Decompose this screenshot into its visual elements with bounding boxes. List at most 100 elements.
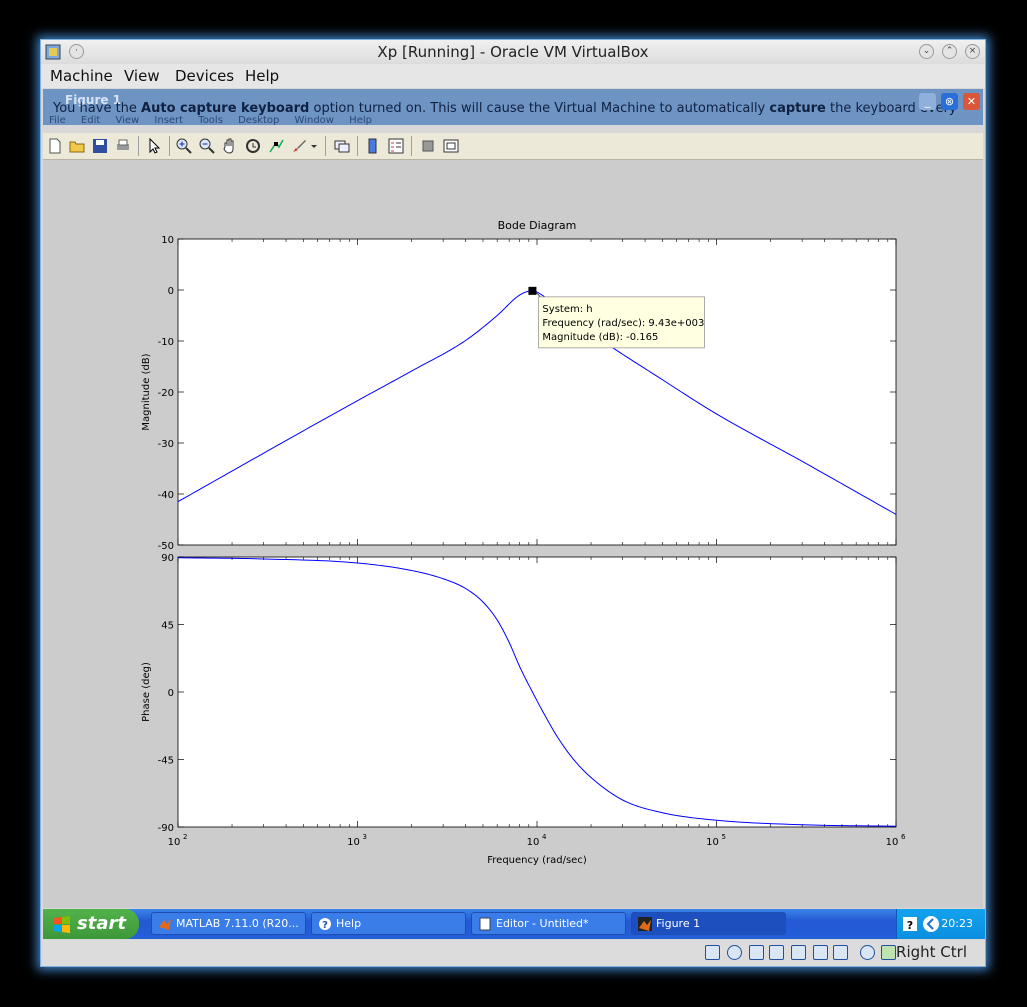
taskbar-editor[interactable]: Editor - Untitled* xyxy=(471,912,626,935)
hide-plot-tools-icon[interactable] xyxy=(419,137,437,155)
y-tick-label: -10 xyxy=(158,337,174,348)
phase-data-point xyxy=(715,819,717,821)
y-tick-label: -40 xyxy=(158,490,174,501)
phase-data-point xyxy=(531,691,533,693)
open-file-icon[interactable] xyxy=(68,137,86,155)
menubar: Machine View Devices Help xyxy=(41,64,985,88)
help-icon: ? xyxy=(319,918,331,931)
x-axis-label: Frequency (rad/sec) xyxy=(487,855,587,866)
magnitude-data-point xyxy=(518,294,520,296)
phase-data-point xyxy=(177,557,179,559)
notice-close-icon[interactable]: ⊗ xyxy=(941,93,958,110)
figure-menu-help[interactable]: Help xyxy=(349,115,372,125)
figure-close-button[interactable]: ✕ xyxy=(963,93,980,110)
x-tick-exponent: 5 xyxy=(722,833,726,841)
chevron-left-icon[interactable] xyxy=(922,915,940,933)
datatip-line2: Frequency (rad/sec): 9.43e+003 xyxy=(542,318,704,329)
menu-view[interactable]: View xyxy=(124,67,160,85)
figure-menu-window[interactable]: Window xyxy=(295,115,334,125)
x-tick-label: 10 xyxy=(168,837,181,848)
figure-minimize-button[interactable]: _ xyxy=(919,93,936,110)
system-tray: ? 20:23 xyxy=(896,909,985,939)
figure-toolbar xyxy=(43,133,983,160)
zoom-out-icon[interactable] xyxy=(198,137,216,155)
legend-icon[interactable] xyxy=(387,137,405,155)
help-tray-icon[interactable]: ? xyxy=(903,917,917,931)
shared-folder-icon[interactable] xyxy=(791,945,806,960)
phase-data-point xyxy=(508,641,510,643)
start-label: start xyxy=(77,913,126,934)
brush-dropdown-chevron-down-icon[interactable] xyxy=(309,137,319,155)
figure-menu-view[interactable]: View xyxy=(115,115,139,125)
editor-document-icon xyxy=(479,917,491,931)
save-icon[interactable] xyxy=(91,137,109,155)
link-plot-icon[interactable] xyxy=(333,137,351,155)
x-tick-label: 10 xyxy=(706,837,719,848)
figure-canvas: Bode Diagram 10 0 -10 -20 -30 -40 -50 Magnitude … xyxy=(43,160,983,908)
close-button[interactable]: × xyxy=(965,44,980,59)
phase-data-point xyxy=(518,665,520,667)
magnitude-data-point xyxy=(661,379,663,381)
figure-menu-file[interactable]: File xyxy=(49,115,66,125)
mouse-integration-icon[interactable] xyxy=(860,945,875,960)
x-tick-label: 10 xyxy=(886,837,899,848)
svg-text:?: ? xyxy=(907,919,913,931)
figure-menu-edit[interactable]: Edit xyxy=(81,115,100,125)
menu-devices[interactable]: Devices xyxy=(175,67,234,85)
edit-plot-arrow-icon[interactable] xyxy=(145,137,163,155)
y-tick-label: -20 xyxy=(158,388,174,399)
taskbar-figure1[interactable]: Figure 1 xyxy=(631,912,786,935)
data-cursor-icon[interactable] xyxy=(267,137,285,155)
phase-data-point xyxy=(572,758,574,760)
magnitude-data-point xyxy=(177,500,179,502)
datatip-line1: System: h xyxy=(542,304,592,315)
clock: 20:23 xyxy=(941,917,973,930)
magnitude-data-point xyxy=(496,314,498,316)
hard-disk-icon[interactable] xyxy=(705,945,720,960)
keyboard-capture-icon[interactable] xyxy=(881,945,896,960)
x-tick-label: 10 xyxy=(527,837,540,848)
phase-axes xyxy=(177,556,897,828)
usb-icon[interactable] xyxy=(749,945,764,960)
task-label: Help xyxy=(336,917,362,930)
zoom-in-icon[interactable] xyxy=(175,137,193,155)
figure-menu-desktop[interactable]: Desktop xyxy=(238,115,279,125)
maximize-button[interactable]: ⌃ xyxy=(942,44,957,59)
phase-data-point xyxy=(590,776,592,778)
phase-ylabel: Phase (deg) xyxy=(141,662,152,722)
phase-data-point xyxy=(464,587,466,589)
taskbar-help[interactable]: ? Help xyxy=(311,912,466,935)
brush-icon[interactable] xyxy=(290,137,308,155)
magnitude-ylabel: Magnitude (dB) xyxy=(141,353,152,430)
phase-data-point xyxy=(356,562,358,564)
show-plot-tools-icon[interactable] xyxy=(442,137,460,155)
y-tick-label: 0 xyxy=(168,286,174,297)
task-label: Editor - Untitled* xyxy=(496,917,589,930)
virtualbox-window: · Xp [Running] - Oracle VM VirtualBox ⌄ … xyxy=(40,39,986,967)
menu-machine[interactable]: Machine xyxy=(50,67,113,85)
phase-data-point xyxy=(482,601,484,603)
y-tick-label: 10 xyxy=(161,235,174,246)
figure-menu-insert[interactable]: Insert xyxy=(154,115,183,125)
taskbar-matlab[interactable]: MATLAB 7.11.0 (R20... xyxy=(151,912,306,935)
colorbar-icon[interactable] xyxy=(364,137,382,155)
rotate-3d-icon[interactable] xyxy=(244,137,262,155)
figure-menu-tools[interactable]: Tools xyxy=(198,115,223,125)
y-tick-label: 0 xyxy=(168,688,174,699)
video-capture-icon[interactable] xyxy=(833,945,848,960)
start-button[interactable]: start xyxy=(43,909,139,939)
optical-drive-icon[interactable] xyxy=(727,945,742,960)
display-icon[interactable] xyxy=(813,945,828,960)
pan-hand-icon[interactable] xyxy=(221,137,239,155)
magnitude-data-point xyxy=(302,430,304,432)
y-tick-label: 90 xyxy=(161,553,174,564)
minimize-button[interactable]: ⌄ xyxy=(919,44,934,59)
menu-help[interactable]: Help xyxy=(245,67,279,85)
new-figure-icon[interactable] xyxy=(46,137,64,155)
print-icon[interactable] xyxy=(114,137,132,155)
x-tick-label: 10 xyxy=(347,837,360,848)
network-icon[interactable] xyxy=(769,945,784,960)
phase-data-point xyxy=(621,799,623,801)
datatip-marker xyxy=(528,286,537,295)
y-tick-label: -90 xyxy=(158,823,174,834)
